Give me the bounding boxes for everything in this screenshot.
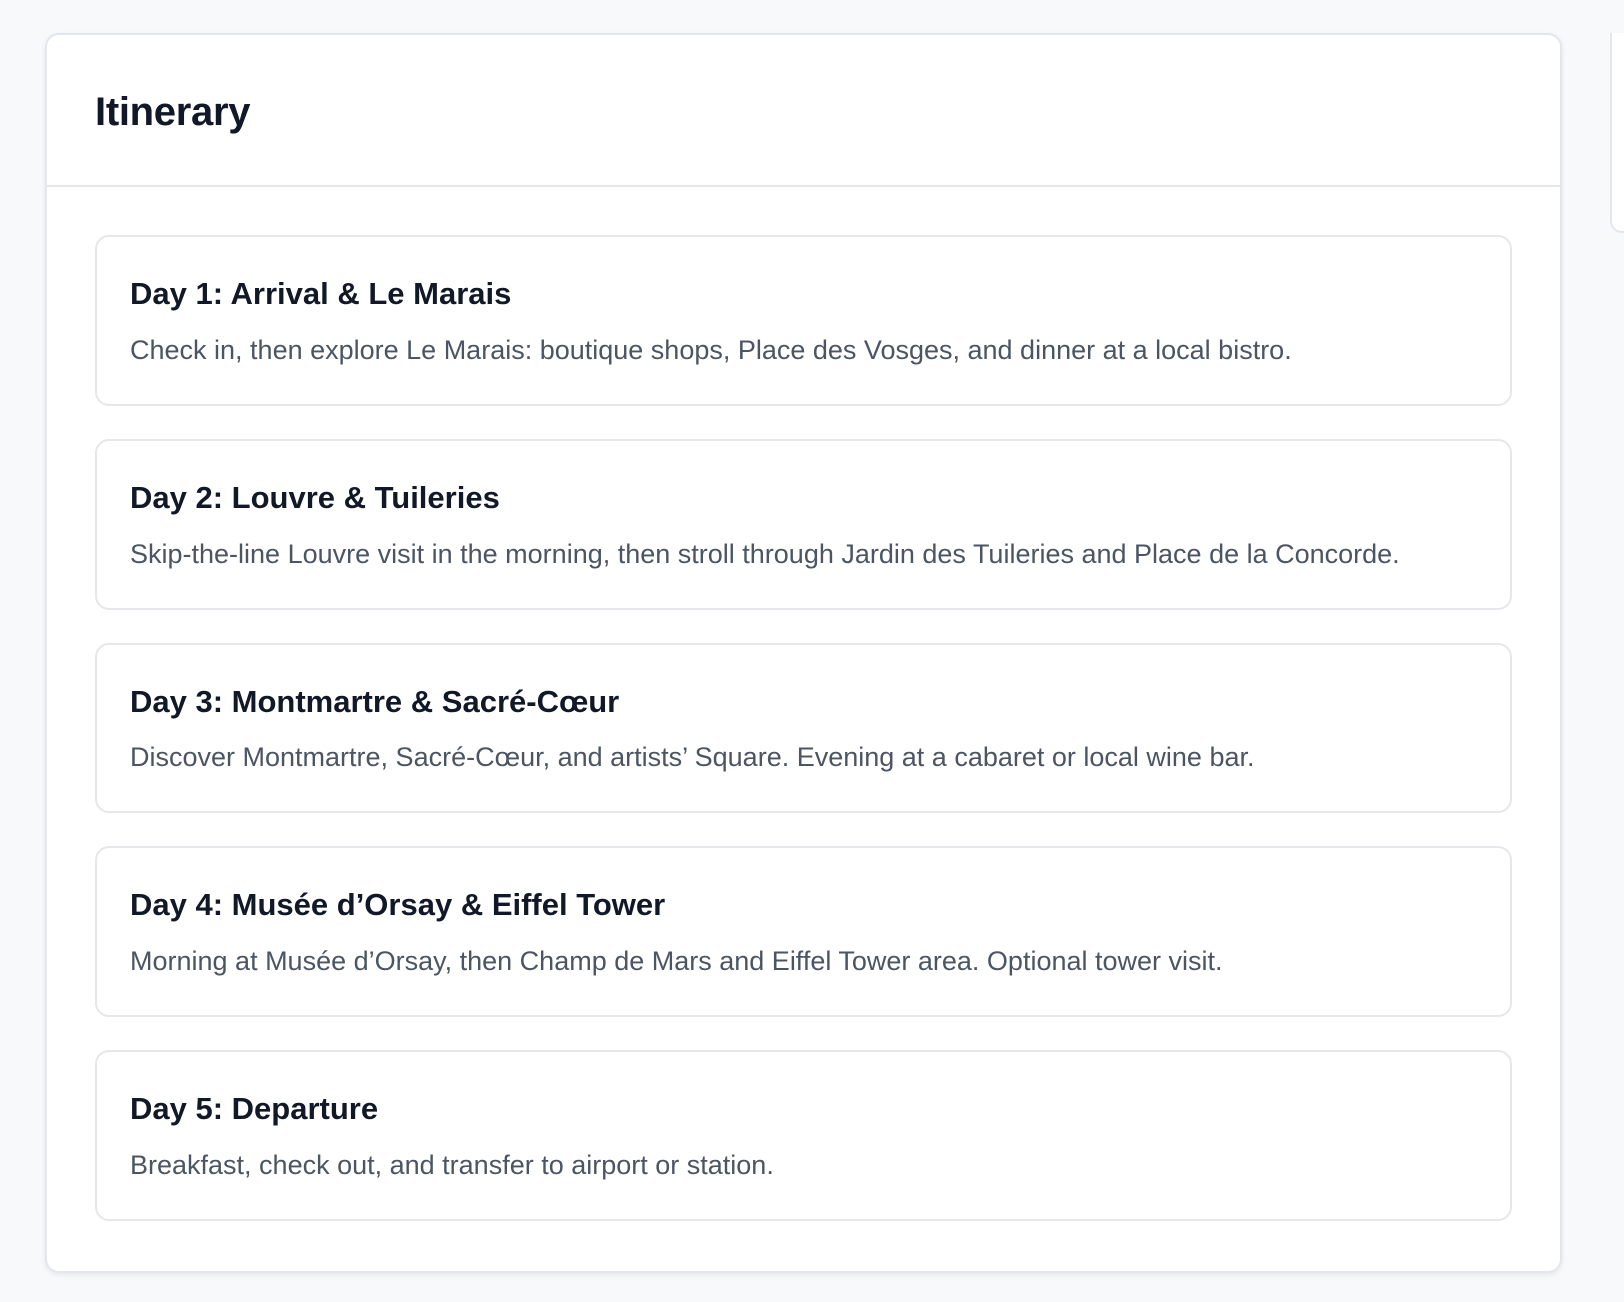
- panel-header: Itinerary: [47, 35, 1560, 187]
- day-title: Day 3: Montmartre & Sacré-Cœur: [130, 683, 620, 719]
- day-title: Day 2: Louvre & Tuileries: [130, 479, 500, 515]
- page-title: Itinerary: [95, 90, 251, 134]
- day-description: Skip-the-line Louvre visit in the mornin…: [130, 538, 1400, 569]
- adjacent-panel-edge: [1610, 33, 1624, 233]
- day-description: Morning at Musée d’Orsay, then Champ de …: [130, 946, 1223, 976]
- day-list: Day 1: Arrival & Le Marais Check in, the…: [47, 187, 1560, 1221]
- day-card-5: Day 5: Departure Breakfast, check out, a…: [95, 1050, 1512, 1221]
- day-title: Day 5: Departure: [130, 1091, 379, 1126]
- day-card-4: Day 4: Musée d’Orsay & Eiffel Tower Morn…: [95, 846, 1512, 1017]
- day-description: Breakfast, check out, and transfer to ai…: [130, 1149, 774, 1180]
- day-title: Day 1: Arrival & Le Marais: [130, 276, 512, 311]
- day-description: Discover Montmartre, Sacré-Cœur, and art…: [130, 742, 1255, 773]
- day-card-2: Day 2: Louvre & Tuileries Skip-the-line …: [95, 438, 1512, 610]
- day-card-3: Day 3: Montmartre & Sacré-Cœur Discover …: [95, 642, 1512, 814]
- itinerary-panel: Itinerary Day 1: Arrival & Le Marais Che…: [45, 33, 1562, 1273]
- day-description: Check in, then explore Le Marais: boutiq…: [130, 334, 1292, 365]
- day-card-1: Day 1: Arrival & Le Marais Check in, the…: [95, 235, 1512, 406]
- day-title: Day 4: Musée d’Orsay & Eiffel Tower: [130, 887, 666, 923]
